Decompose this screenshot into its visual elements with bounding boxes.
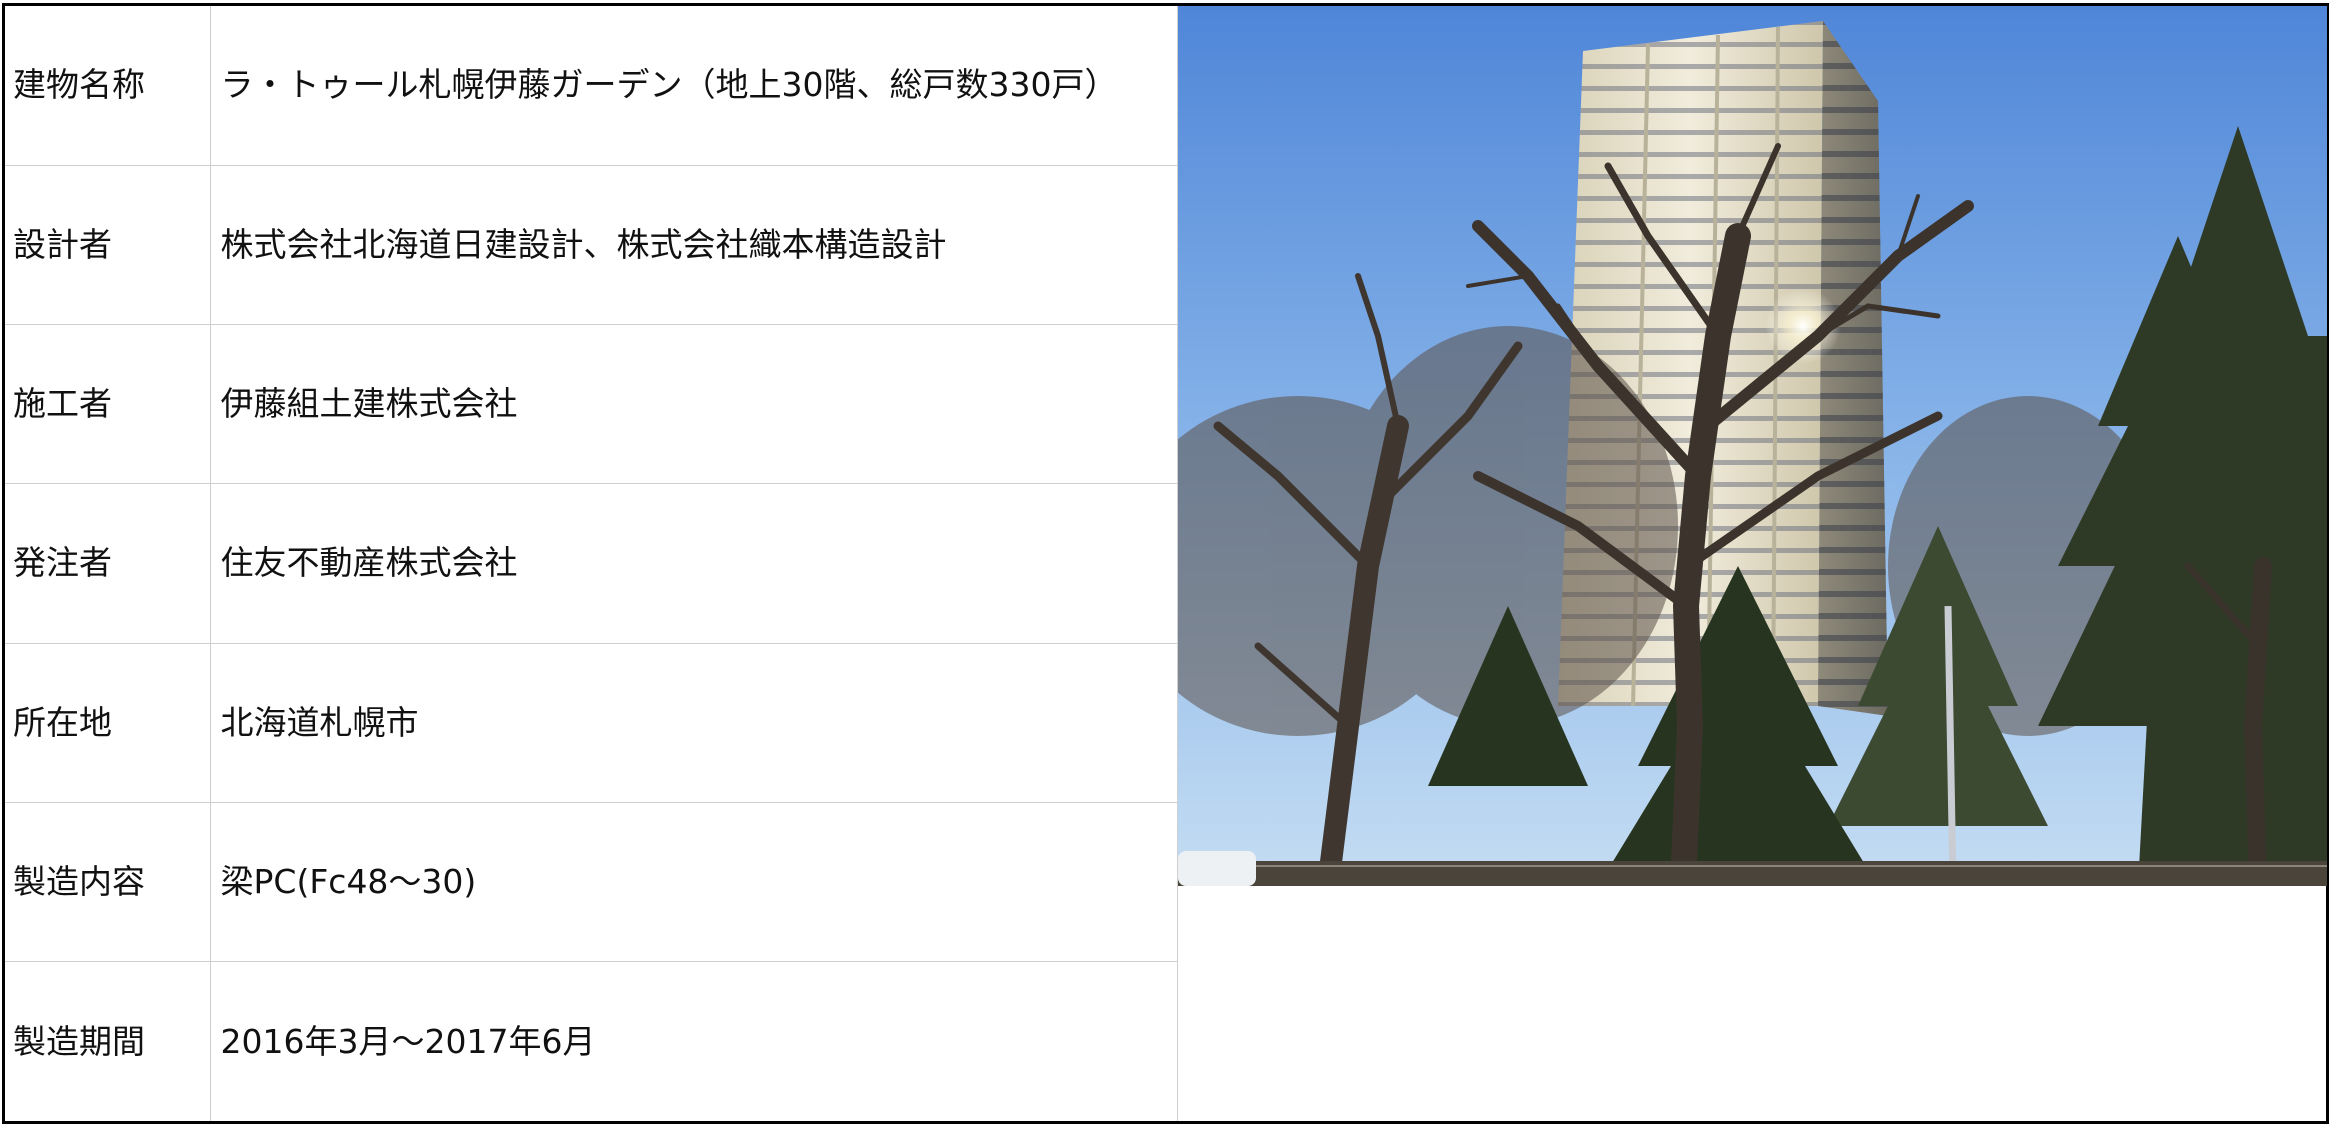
row-label-client: 発注者 bbox=[5, 483, 211, 644]
document-frame: 建物名称 ラ・トゥール札幌伊藤ガーデン（地上30階、総戸数330戸） 設計者 株… bbox=[2, 3, 2329, 1124]
row-label-building-name: 建物名称 bbox=[5, 6, 211, 166]
row-value-client: 住友不動産株式会社 bbox=[209, 483, 1178, 644]
row-label-contractor: 施工者 bbox=[5, 324, 211, 485]
row-label-manufacturing-content: 製造内容 bbox=[5, 801, 211, 963]
photo-panel bbox=[1177, 6, 2327, 1121]
table-row: 施工者 伊藤組土建株式会社 bbox=[5, 324, 1178, 485]
table-row: 製造期間 2016年3月～2017年6月 bbox=[5, 961, 1178, 1121]
table-row: 製造内容 梁PC(Fc48～30) bbox=[5, 801, 1178, 963]
row-value-building-name: ラ・トゥール札幌伊藤ガーデン（地上30階、総戸数330戸） bbox=[209, 6, 1178, 166]
row-value-location: 北海道札幌市 bbox=[209, 642, 1178, 803]
row-value-manufacturing-content: 梁PC(Fc48～30) bbox=[209, 801, 1178, 963]
row-value-designer: 株式会社北海道日建設計、株式会社織本構造設計 bbox=[209, 164, 1178, 326]
row-label-designer: 設計者 bbox=[5, 164, 211, 326]
row-label-location: 所在地 bbox=[5, 642, 211, 803]
table-row: 設計者 株式会社北海道日建設計、株式会社織本構造設計 bbox=[5, 164, 1178, 326]
row-label-manufacturing-period: 製造期間 bbox=[5, 961, 211, 1121]
building-photo bbox=[1178, 6, 2327, 886]
table-row: 発注者 住友不動産株式会社 bbox=[5, 483, 1178, 644]
row-value-contractor: 伊藤組土建株式会社 bbox=[209, 324, 1178, 485]
building-spec-table: 建物名称 ラ・トゥール札幌伊藤ガーデン（地上30階、総戸数330戸） 設計者 株… bbox=[5, 6, 1178, 1121]
row-value-manufacturing-period: 2016年3月～2017年6月 bbox=[209, 961, 1178, 1121]
table-row: 建物名称 ラ・トゥール札幌伊藤ガーデン（地上30階、総戸数330戸） bbox=[5, 6, 1178, 166]
table-row: 所在地 北海道札幌市 bbox=[5, 642, 1178, 803]
